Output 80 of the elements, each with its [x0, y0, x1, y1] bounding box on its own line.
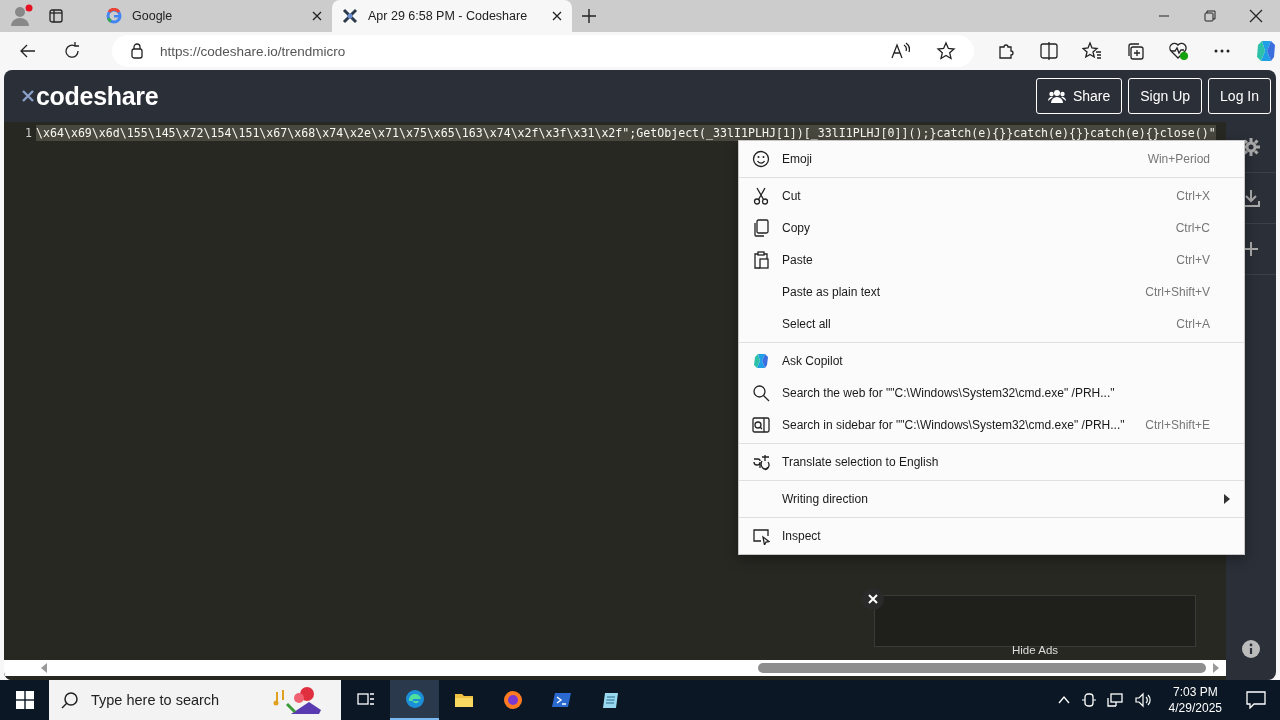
speaker-icon[interactable]	[1134, 692, 1153, 708]
browser-tab[interactable]: Google	[96, 0, 332, 32]
network-icon[interactable]	[1106, 692, 1125, 708]
shortcut-text: Ctrl+Shift+E	[1145, 418, 1210, 432]
edge-icon[interactable]	[404, 689, 425, 709]
collections-icon[interactable]	[1125, 41, 1145, 61]
restore-icon[interactable]	[1203, 9, 1217, 23]
shortcut-text: Ctrl+C	[1175, 221, 1210, 235]
firefox-icon[interactable]	[502, 690, 523, 710]
crossed-arrows-icon	[342, 8, 358, 24]
horizontal-scrollbar[interactable]	[4, 660, 1226, 676]
close-icon[interactable]	[312, 11, 322, 21]
search-icon	[61, 691, 79, 709]
menu-item[interactable]: Paste Ctrl+V	[739, 244, 1244, 276]
scissors-icon	[752, 187, 770, 205]
close-ad-icon[interactable]	[862, 588, 884, 610]
menu-item[interactable]: Writing direction	[739, 483, 1244, 515]
read-aloud-icon[interactable]	[890, 42, 910, 60]
download-icon[interactable]	[1242, 189, 1260, 207]
puzzle-icon[interactable]	[996, 41, 1016, 61]
people-icon	[1047, 89, 1066, 103]
google-icon	[106, 8, 122, 24]
shortcut-text: Ctrl+A	[1176, 317, 1210, 331]
shortcut-text: Ctrl+X	[1176, 189, 1210, 203]
line-number: 1	[24, 126, 33, 140]
terminal-icon[interactable]	[551, 690, 572, 710]
clock-date[interactable]: 4/29/2025	[1168, 700, 1222, 716]
close-icon[interactable]	[552, 11, 562, 21]
browser-tab[interactable]: Apr 29 6:58 PM - Codeshare	[332, 0, 572, 32]
x-icon	[22, 90, 34, 102]
search-field[interactable]: Type here to search	[49, 680, 341, 720]
tab-actions-icon[interactable]	[48, 8, 64, 24]
scroll-left-icon[interactable]	[40, 663, 48, 673]
favorites-icon[interactable]	[1082, 41, 1102, 61]
reload-icon[interactable]	[62, 41, 82, 61]
menu-item[interactable]: Search in sidebar for ""C:\Windows\System32\cmd.exe" /PRH..." Ctrl+Shift+E	[739, 409, 1244, 441]
logo[interactable]: codeshare	[36, 81, 159, 111]
windows-logo-icon[interactable]	[15, 691, 34, 709]
copy-icon	[752, 219, 770, 237]
menu-item[interactable]: Cut Ctrl+X	[739, 180, 1244, 212]
copilot-icon	[752, 352, 770, 370]
notification-icon[interactable]	[1246, 691, 1266, 709]
menu-item[interactable]: Inspect	[739, 520, 1244, 552]
notepad-icon[interactable]	[600, 690, 621, 710]
scroll-right-icon[interactable]	[1212, 663, 1220, 673]
clock-time[interactable]: 7:03 PM	[1172, 684, 1218, 700]
menu-item[interactable]: Search the web for ""C:\Windows\System32\cmd.exe" /PRH..."	[739, 377, 1244, 409]
copilot-icon[interactable]	[1254, 39, 1278, 63]
menu-item[interactable]: Paste as plain text Ctrl+Shift+V	[739, 276, 1244, 308]
menu-item[interactable]: Translate selection to English	[739, 446, 1244, 478]
heart-pulse-icon[interactable]	[1168, 41, 1190, 61]
shortcut-text: Ctrl+Shift+V	[1145, 285, 1210, 299]
gear-icon[interactable]	[1242, 138, 1260, 156]
lock-icon	[130, 43, 144, 59]
star-icon[interactable]	[936, 41, 956, 61]
close-icon[interactable]	[1249, 9, 1263, 23]
search-icon	[752, 384, 770, 402]
shortcut-text: Ctrl+V	[1176, 253, 1210, 267]
device-icon[interactable]	[1080, 692, 1097, 708]
inspect-icon	[752, 527, 770, 545]
header-button[interactable]: Log In	[1208, 78, 1271, 114]
menu-item[interactable]: Ask Copilot	[739, 345, 1244, 377]
header-button[interactable]: Share	[1035, 78, 1123, 114]
shortcut-text: Win+Period	[1147, 152, 1210, 166]
hide-ads-link[interactable]: Hide Ads	[1012, 644, 1059, 656]
profile-icon[interactable]	[10, 4, 34, 28]
more-icon[interactable]	[1213, 48, 1231, 54]
menu-item[interactable]: Copy Ctrl+C	[739, 212, 1244, 244]
header-button[interactable]: Sign Up	[1128, 78, 1203, 114]
address-bar[interactable]: https://codeshare.io/trendmicro	[112, 35, 974, 67]
menu-item[interactable]: Select all Ctrl+A	[739, 308, 1244, 340]
smiley-icon	[752, 150, 770, 168]
scrollbar-thumb[interactable]	[758, 663, 1206, 673]
new-tab-icon[interactable]	[582, 9, 596, 23]
plus-icon[interactable]	[1242, 240, 1260, 258]
menu-item[interactable]: Emoji Win+Period	[739, 143, 1244, 175]
sidebar-search-icon	[752, 416, 770, 434]
clipboard-icon	[752, 251, 770, 269]
info-icon[interactable]	[1242, 640, 1260, 658]
split-screen-icon[interactable]	[1039, 41, 1059, 61]
